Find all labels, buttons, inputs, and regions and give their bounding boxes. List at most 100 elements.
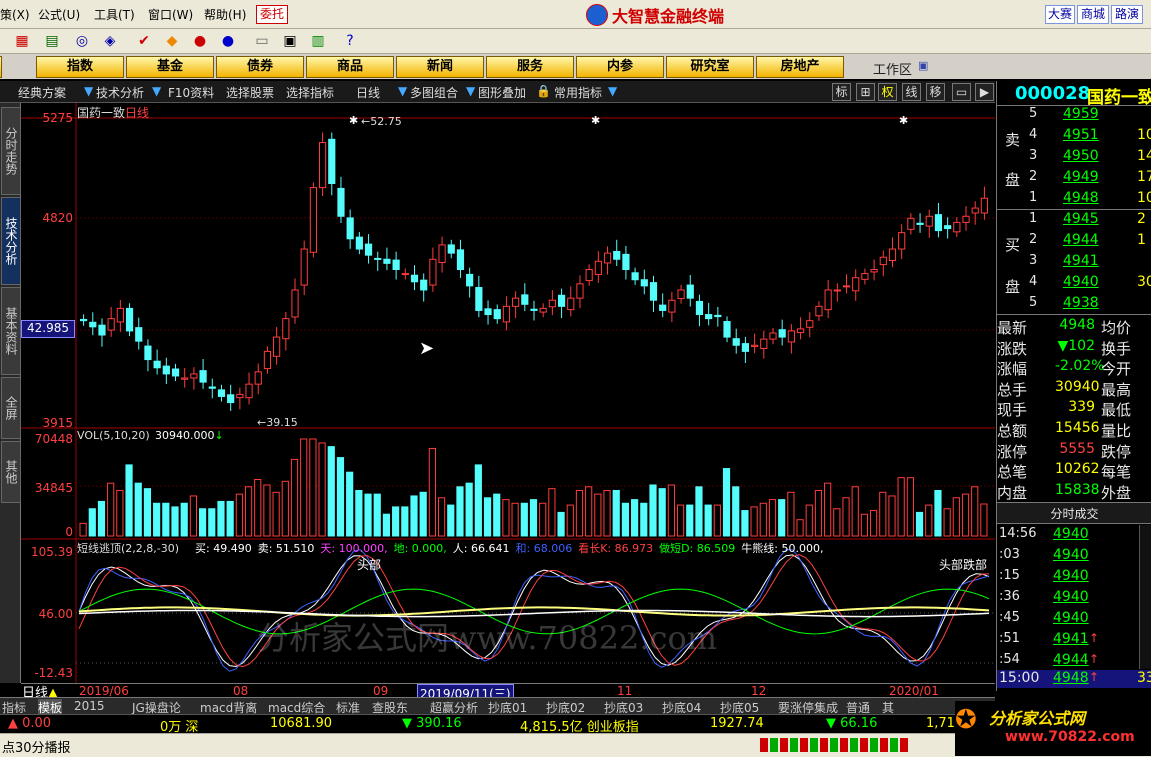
- print-icon[interactable]: ▭: [252, 32, 272, 50]
- category-commodity[interactable]: 商品: [306, 56, 394, 78]
- category-partial[interactable]: [0, 56, 2, 78]
- tab-technical[interactable]: 技术分析: [96, 84, 144, 101]
- category-insider[interactable]: 内参: [576, 56, 664, 78]
- stat-value: 5555: [1059, 440, 1095, 457]
- chart-area[interactable]: 国药一致 日线 5275 4820 42.985 3915 ✱ ←52.75 ←…: [21, 103, 995, 683]
- volume-bar: [768, 499, 777, 537]
- tab-common-indicators[interactable]: 常用指标: [554, 84, 602, 101]
- tab-f10[interactable]: F10资料: [168, 84, 214, 101]
- candle-body: [714, 314, 722, 318]
- diamond-icon[interactable]: ◆: [162, 32, 182, 50]
- candle-body: [125, 307, 134, 332]
- menu-strategy[interactable]: 策(X): [0, 6, 30, 23]
- volume-bar: [226, 500, 234, 537]
- tab-classic-plan[interactable]: 经典方案: [18, 84, 66, 101]
- order-price[interactable]: 4940: [1063, 274, 1099, 290]
- order-volume: 2: [1137, 211, 1146, 227]
- candle-body: [953, 221, 961, 233]
- tab-select-stock[interactable]: 选择股票: [226, 84, 274, 101]
- stock-select-icon[interactable]: ✔: [134, 32, 154, 50]
- side-tab-fullscreen[interactable]: 全屏: [1, 377, 21, 439]
- volume-bar: [244, 486, 253, 537]
- rights-button[interactable]: 权: [878, 83, 897, 101]
- menu-tools[interactable]: 工具(T): [94, 6, 135, 23]
- move-button[interactable]: 移: [926, 83, 945, 101]
- play-icon[interactable]: ▶: [975, 83, 994, 101]
- menu-window[interactable]: 窗口(W): [148, 6, 193, 23]
- order-price[interactable]: 4941: [1063, 253, 1099, 269]
- candle-body: [374, 257, 382, 260]
- candle-body: [695, 300, 704, 316]
- last-tick-row: 15:00 4948 ↑ 33: [997, 670, 1151, 688]
- tab-overlay[interactable]: 图形叠加: [478, 84, 526, 101]
- order-price[interactable]: 4949: [1063, 169, 1099, 185]
- contest-button[interactable]: 大赛: [1045, 5, 1075, 24]
- side-tab-basic[interactable]: 基本资料: [1, 287, 21, 375]
- side-tab-other[interactable]: 其他: [1, 441, 21, 503]
- oscillator-annotation-head2: 头部跌部: [939, 558, 988, 572]
- order-price[interactable]: 4950: [1063, 148, 1099, 164]
- category-service[interactable]: 服务: [486, 56, 574, 78]
- roadshow-button[interactable]: 路演: [1111, 5, 1143, 24]
- order-price[interactable]: 4944: [1063, 232, 1099, 248]
- alarm-icon[interactable]: ◈: [100, 32, 120, 50]
- circle-icon-blue[interactable]: ●: [218, 32, 238, 50]
- traffic-icon[interactable]: ▦: [12, 32, 32, 50]
- order-price[interactable]: 4948: [1063, 190, 1099, 206]
- candle-body: [824, 289, 832, 311]
- volume-bar: [925, 504, 933, 537]
- window-restore-icon[interactable]: ▭: [952, 83, 971, 101]
- category-realestate[interactable]: 房地产: [756, 56, 844, 78]
- circle-icon-red[interactable]: ●: [190, 32, 210, 50]
- stat-label: 每笔: [1101, 463, 1132, 482]
- candle-body: [934, 214, 943, 232]
- help-pointer-icon[interactable]: ?: [340, 32, 360, 50]
- oscillator-legend: 买: 49.490 卖: 51.510 天: 100.000, 地: 0.000, 人:…: [195, 540, 829, 556]
- volume-bar: [272, 491, 280, 537]
- workspace-label[interactable]: 工作区: [873, 59, 912, 78]
- trade-button[interactable]: 委托: [256, 5, 288, 24]
- category-news[interactable]: 新闻: [396, 56, 484, 78]
- volume-bar: [824, 482, 832, 537]
- volume-bar: [548, 488, 556, 537]
- category-index[interactable]: 指数: [36, 56, 124, 78]
- indicator-tab[interactable]: 2015: [74, 699, 105, 713]
- order-price[interactable]: 4959: [1063, 106, 1099, 122]
- volume-bar: [392, 506, 400, 537]
- category-bond[interactable]: 债券: [216, 56, 304, 78]
- candle-body: [521, 294, 529, 305]
- volume-bar: [870, 510, 878, 537]
- side-tab-intraday[interactable]: 分时走势: [1, 107, 21, 195]
- up-arrow-icon: ↑: [1089, 631, 1100, 645]
- chart-view-icon[interactable]: ▤: [42, 32, 62, 50]
- tick-scrollbar[interactable]: [1139, 525, 1151, 669]
- tab-multi-chart[interactable]: 多图组合: [410, 84, 458, 101]
- tab-daily[interactable]: 日线: [356, 84, 380, 101]
- side-tab-technical[interactable]: 技术分析: [1, 197, 21, 285]
- order-price[interactable]: 4945: [1063, 211, 1099, 227]
- menu-formula[interactable]: 公式(U): [38, 6, 80, 23]
- books-icon[interactable]: ▥: [308, 32, 328, 50]
- volume-bar: [456, 486, 464, 537]
- window-icon[interactable]: ▣: [280, 32, 300, 50]
- date-axis: 2019/06 08 09 2019/09/11(三) 11 12 2020/0…: [21, 683, 995, 703]
- mall-button[interactable]: 商城: [1077, 5, 1109, 24]
- category-fund[interactable]: 基金: [126, 56, 214, 78]
- binoculars-icon[interactable]: ◎: [72, 32, 92, 50]
- mark-button[interactable]: 标: [832, 83, 851, 101]
- volume-bar: [585, 486, 593, 537]
- order-price[interactable]: 4951: [1063, 127, 1099, 143]
- tab-select-indicator[interactable]: 选择指标: [286, 84, 334, 101]
- candle-body: [925, 215, 933, 227]
- workspace-toggle-icon[interactable]: ▣: [918, 59, 928, 72]
- volume-bar: [640, 502, 648, 537]
- candle-body: [502, 305, 511, 323]
- grid-toggle-icon[interactable]: ⊞: [856, 83, 875, 101]
- line-button[interactable]: 线: [902, 83, 921, 101]
- category-research[interactable]: 研究室: [666, 56, 754, 78]
- menu-help[interactable]: 帮助(H): [204, 6, 246, 23]
- candle-body: [585, 269, 593, 282]
- date-label: 2019/06: [79, 684, 129, 698]
- order-price[interactable]: 4938: [1063, 295, 1099, 311]
- volume-bar: [621, 502, 630, 537]
